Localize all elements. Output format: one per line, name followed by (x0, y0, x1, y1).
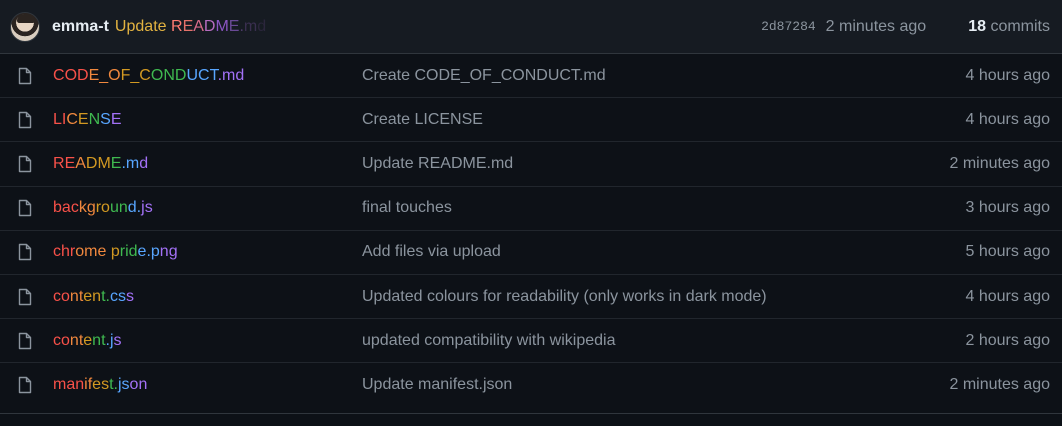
file-name-link[interactable]: LICENSE (53, 111, 362, 129)
file-icon (18, 155, 32, 173)
file-row: background.js final touches 3 hours ago (0, 187, 1062, 231)
file-commit-message-link[interactable]: Updated colours for readability (only wo… (362, 288, 965, 306)
commit-author-link[interactable]: emma-t (52, 18, 109, 36)
file-icon (18, 111, 32, 128)
latest-commit-message[interactable]: Update README.md (115, 18, 266, 36)
file-commit-message-link[interactable]: final touches (362, 199, 965, 217)
file-row: content.css Updated colours for readabil… (0, 275, 1062, 320)
file-row: content.js updated compatibility with wi… (0, 319, 1062, 364)
file-name-link[interactable]: chrome pride.png (53, 243, 362, 261)
commits-label: commits (990, 17, 1050, 35)
file-commit-message-link[interactable]: Update README.md (362, 155, 949, 173)
file-icon (18, 332, 32, 349)
file-name-link[interactable]: content.js (53, 332, 362, 350)
file-commit-message-link[interactable]: Create CODE_OF_CONDUCT.md (362, 67, 965, 85)
file-name-link[interactable]: README.md (53, 155, 362, 173)
file-row: LICENSE Create LICENSE 4 hours ago (0, 98, 1062, 143)
file-commit-message-link[interactable]: Update manifest.json (362, 376, 949, 394)
file-commit-time: 2 minutes ago (949, 154, 1050, 172)
file-icon (18, 67, 32, 84)
file-commit-time: 5 hours ago (965, 243, 1050, 261)
file-row: chrome pride.png Add files via upload 5 … (0, 231, 1062, 275)
commits-count: 18 (968, 17, 986, 35)
latest-commit-bar: emma-t Update README.md 2d87284 2 minute… (0, 0, 1062, 54)
file-row: CODE_OF_CONDUCT.md Create CODE_OF_CONDUC… (0, 54, 1062, 99)
file-commit-message-link[interactable]: Create LICENSE (362, 111, 965, 129)
file-commit-time: 4 hours ago (965, 287, 1050, 305)
author-avatar[interactable] (10, 11, 40, 42)
commit-time: 2 minutes ago (825, 17, 927, 35)
file-icon (18, 199, 32, 217)
file-commit-message-link[interactable]: updated compatibility with wikipedia (362, 332, 965, 350)
file-icon (18, 377, 32, 394)
file-commit-time: 4 hours ago (965, 66, 1050, 84)
file-name-link[interactable]: manifest.json (53, 376, 362, 394)
file-commit-time: 4 hours ago (965, 110, 1050, 128)
file-icon (18, 244, 32, 261)
commit-sha-link[interactable]: 2d87284 (761, 19, 816, 34)
file-row: manifest.json Update manifest.json 2 min… (0, 363, 1062, 407)
file-name-link[interactable]: background.js (53, 199, 362, 217)
file-name-link[interactable]: CODE_OF_CONDUCT.md (53, 67, 362, 85)
file-commit-time: 2 hours ago (965, 331, 1050, 349)
file-rows: CODE_OF_CONDUCT.md Create CODE_OF_CONDUC… (0, 54, 1062, 408)
file-commit-message-link[interactable]: Add files via upload (362, 243, 965, 261)
file-commit-time: 2 minutes ago (949, 376, 1050, 394)
file-icon (18, 288, 32, 305)
repository-file-list: emma-t Update README.md 2d87284 2 minute… (0, 0, 1062, 414)
file-name-link[interactable]: content.css (53, 288, 362, 306)
commits-history-link[interactable]: 18 commits (968, 18, 1050, 36)
file-commit-time: 3 hours ago (965, 199, 1050, 217)
file-row: README.md Update README.md 2 minutes ago (0, 142, 1062, 187)
